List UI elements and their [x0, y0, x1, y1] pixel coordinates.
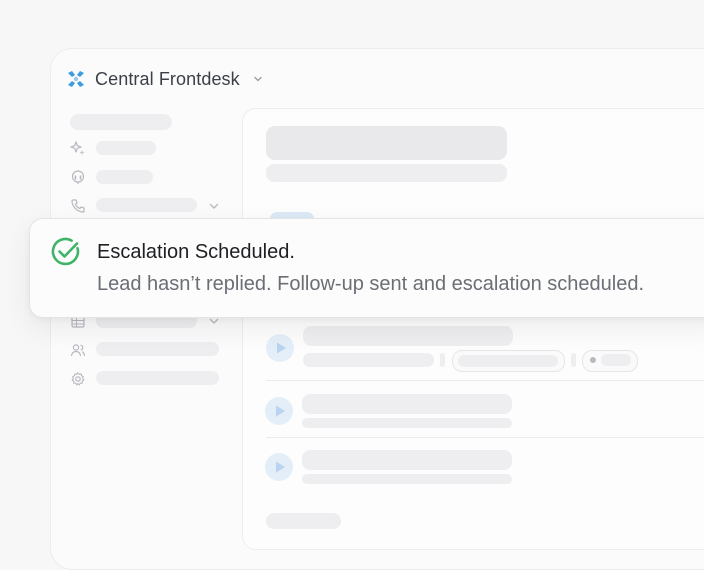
row-separator: [266, 437, 704, 438]
workspace-switcher[interactable]: Central Frontdesk: [66, 66, 264, 92]
row-divider: [440, 353, 445, 367]
row-title-placeholder: [302, 450, 512, 470]
headset-icon: [71, 170, 85, 184]
sidebar-section-placeholder: [70, 114, 172, 130]
status-badge-fill: [601, 354, 631, 366]
sidebar-item-label[interactable]: [96, 371, 219, 385]
chevron-down-icon[interactable]: [206, 198, 222, 214]
section-label-placeholder: [266, 513, 341, 529]
row-title-placeholder: [302, 394, 512, 414]
sidebar-item-label[interactable]: [96, 342, 219, 356]
row-title-placeholder: [303, 326, 513, 346]
brand-logo-icon: [68, 71, 84, 87]
page-title-placeholder: [266, 126, 507, 160]
gear-icon: [71, 372, 85, 386]
phone-icon: [71, 199, 85, 213]
toast-notification: Escalation Scheduled. Lead hasn’t replie…: [29, 218, 704, 318]
sidebar-item-label[interactable]: [96, 141, 156, 155]
play-icon[interactable]: [265, 333, 295, 363]
row-separator: [266, 380, 704, 381]
row-meta-placeholder: [303, 353, 434, 367]
row-meta-placeholder: [302, 418, 512, 428]
toast-title: Escalation Scheduled.: [97, 241, 295, 263]
play-icon[interactable]: [264, 396, 294, 426]
row-divider: [571, 353, 576, 367]
play-icon[interactable]: [264, 452, 294, 482]
workspace-name: Central Frontdesk: [95, 68, 240, 89]
row-meta-placeholder: [302, 474, 512, 484]
status-dot: [590, 357, 596, 363]
toast-message: Lead hasn’t replied. Follow-up sent and …: [97, 273, 645, 295]
sidebar-item-label[interactable]: [96, 170, 153, 184]
sparkle-icon: [70, 141, 85, 155]
sidebar-item-label[interactable]: [96, 198, 197, 212]
chevron-down-icon: [254, 76, 262, 82]
check-circle-icon: [51, 237, 80, 266]
users-icon: [70, 344, 86, 357]
page-subtitle-placeholder: [266, 164, 507, 182]
row-badge-fill: [458, 355, 558, 367]
